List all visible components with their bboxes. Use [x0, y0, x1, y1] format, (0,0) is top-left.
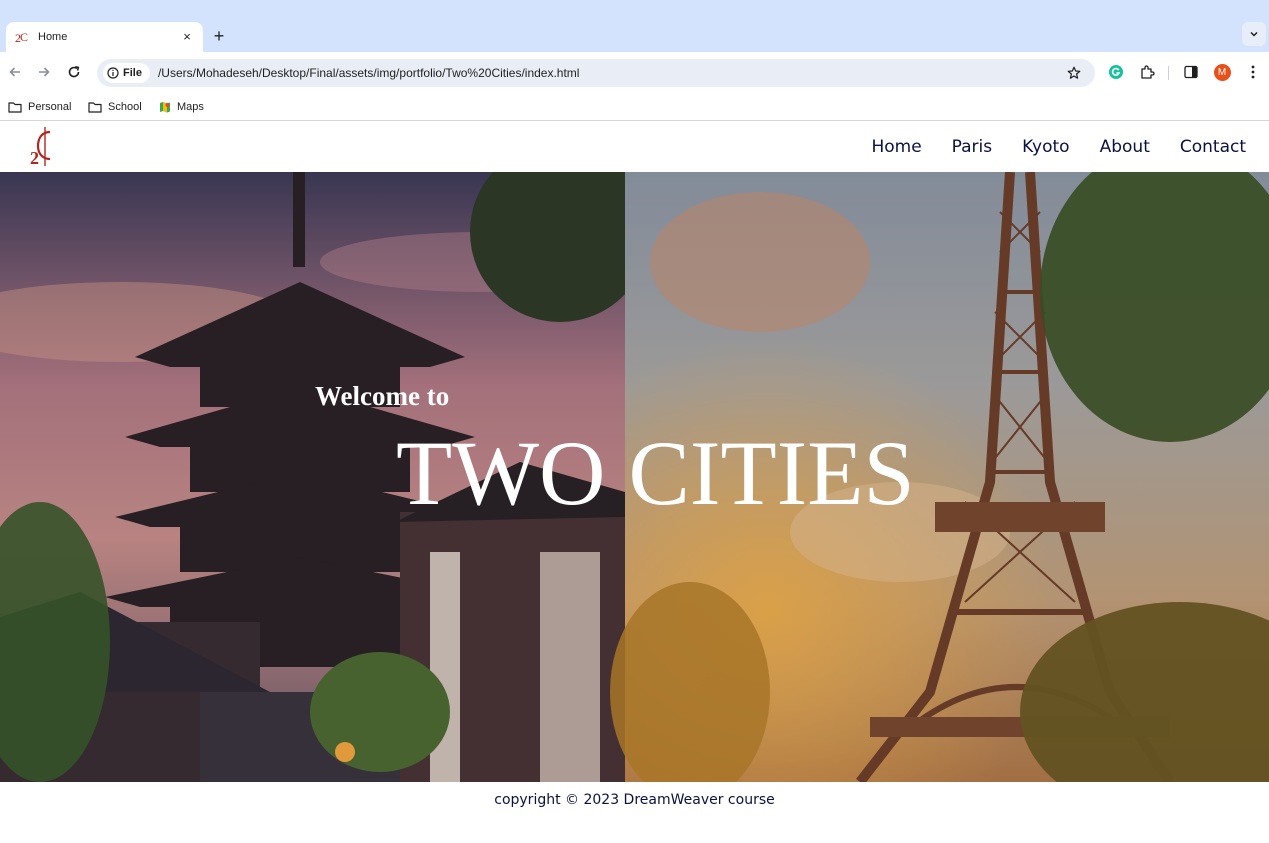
tab-title: Home — [38, 31, 68, 43]
close-tab-icon[interactable]: × — [179, 29, 195, 45]
bookmark-label: Maps — [177, 100, 204, 113]
hero-banner: Welcome to TWO CITIES — [0, 172, 1269, 782]
url-text[interactable]: /Users/Mohadeseh/Desktop/Final/assets/im… — [158, 66, 1063, 80]
forward-button[interactable] — [33, 61, 55, 83]
extensions-puzzle-icon[interactable] — [1137, 62, 1157, 82]
hero-kicker: Welcome to — [315, 381, 450, 411]
maps-icon — [160, 101, 170, 112]
copyright-text: copyright © 2023 DreamWeaver course — [494, 792, 775, 808]
web-page: 2 Home Paris Kyoto About Contact Welcome… — [0, 122, 1269, 843]
nav-contact[interactable]: Contact — [1180, 136, 1246, 158]
svg-text:C: C — [20, 30, 28, 44]
site-header: 2 Home Paris Kyoto About Contact — [0, 122, 1269, 172]
bookmarks-bar: Personal School Maps — [0, 92, 1269, 121]
site-info-chip-label: File — [123, 67, 142, 79]
reload-button[interactable] — [63, 61, 85, 83]
profile-avatar[interactable]: M — [1212, 62, 1232, 82]
bookmark-label: School — [108, 100, 142, 113]
back-arrow-icon — [9, 67, 20, 77]
forward-arrow-icon — [39, 67, 50, 77]
new-tab-button[interactable]: + — [208, 26, 230, 48]
tab-search-button[interactable] — [1242, 22, 1266, 46]
bookmark-label: Personal — [28, 100, 72, 113]
browser-menu-icon[interactable] — [1243, 62, 1263, 82]
toolbar-separator — [1168, 66, 1169, 80]
side-panel-icon[interactable] — [1181, 62, 1201, 82]
site-logo[interactable]: 2 — [28, 126, 62, 168]
nav-kyoto[interactable]: Kyoto — [1022, 136, 1069, 158]
bookmark-personal[interactable]: Personal — [8, 98, 71, 115]
address-bar[interactable]: File /Users/Mohadeseh/Desktop/Final/asse… — [97, 59, 1095, 87]
back-button[interactable] — [4, 61, 26, 83]
info-icon — [107, 67, 119, 79]
nav-about[interactable]: About — [1100, 136, 1150, 158]
chevron-down-icon — [1250, 31, 1258, 37]
folder-icon — [8, 101, 22, 113]
svg-text:2: 2 — [30, 148, 39, 168]
hero-title: TWO CITIES — [396, 422, 915, 524]
site-info-chip[interactable]: File — [103, 63, 150, 83]
site-favicon-icon: 2C — [14, 29, 30, 45]
site-nav: Home Paris Kyoto About Contact — [841, 136, 1246, 158]
browser-tab[interactable]: 2C Home × — [6, 22, 203, 52]
site-footer: copyright © 2023 DreamWeaver course — [0, 782, 1269, 843]
bookmark-maps[interactable]: Maps — [159, 98, 204, 115]
browser-toolbar: File /Users/Mohadeseh/Desktop/Final/asse… — [0, 52, 1269, 92]
bookmark-school[interactable]: School — [88, 98, 142, 115]
profile-initial: M — [1213, 63, 1231, 81]
grammarly-extension-icon[interactable] — [1106, 62, 1126, 82]
tab-strip: 2C Home × + — [0, 0, 1269, 52]
nav-home[interactable]: Home — [871, 136, 921, 158]
reload-icon — [68, 66, 80, 78]
folder-icon — [88, 101, 102, 113]
nav-paris[interactable]: Paris — [952, 136, 992, 158]
bookmark-star-icon[interactable] — [1063, 62, 1085, 84]
